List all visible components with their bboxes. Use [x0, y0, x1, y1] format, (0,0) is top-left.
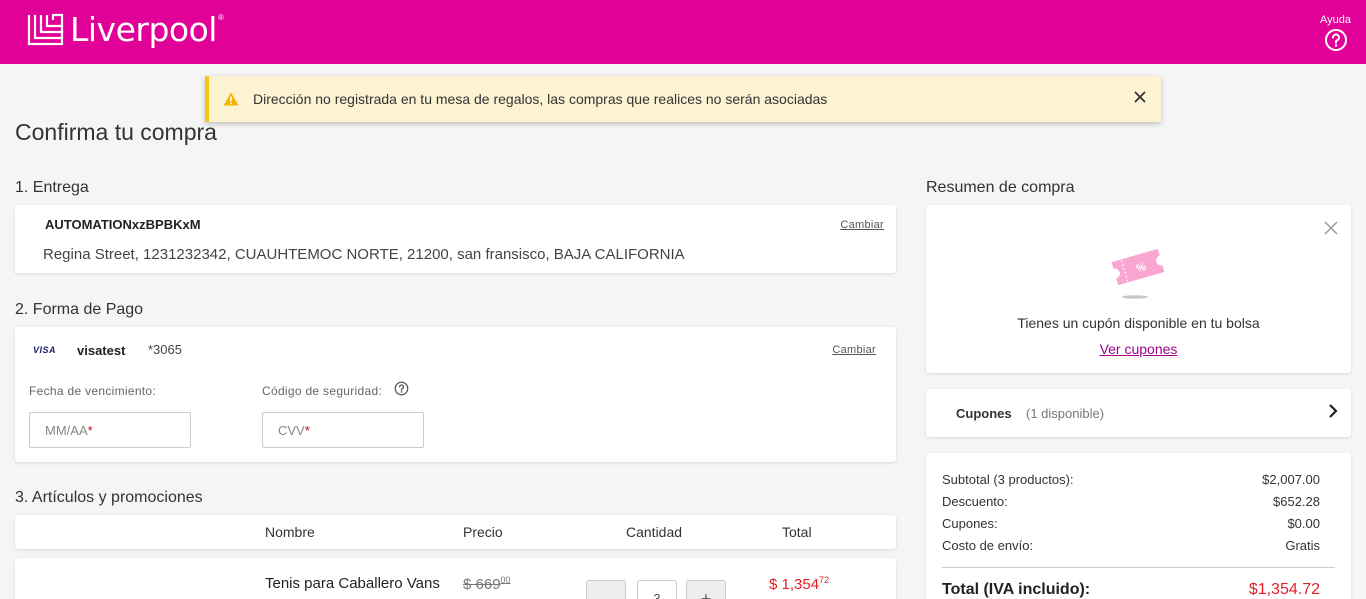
close-icon[interactable]: [1324, 221, 1338, 235]
summary-row-discount: Descuento: $652.28: [942, 494, 1320, 509]
summary-label: Cupones:: [942, 516, 998, 531]
cvv-label: Código de seguridad:: [262, 384, 383, 398]
decrement-button[interactable]: –: [586, 580, 626, 599]
original-price-amount: $ 669: [463, 576, 501, 593]
summary-label: Descuento:: [942, 494, 1008, 509]
column-header-price: Precio: [463, 524, 503, 540]
coupon-ticket-icon: %: [1111, 248, 1165, 299]
required-mark: *: [87, 423, 93, 438]
summary-label: Costo de envío:: [942, 538, 1034, 553]
liverpool-logo-mark: [27, 13, 64, 46]
articles-header: Nombre Precio Cantidad Total: [15, 515, 896, 549]
chevron-right-icon: [1329, 404, 1338, 418]
summary-divider: [942, 567, 1335, 568]
delivery-card: AUTOMATIONxzBPBKxM Cambiar Regina Street…: [15, 205, 896, 273]
item-total-cents: 72: [819, 575, 830, 585]
card-number: *3065: [148, 342, 182, 357]
expiry-label: Fecha de vencimiento:: [29, 384, 157, 398]
summary-value: Gratis: [1285, 538, 1320, 553]
view-coupons-link[interactable]: Ver cupones: [926, 341, 1351, 357]
coupon-message: Tienes un cupón disponible en tu bolsa: [1017, 315, 1260, 331]
summary-row-shipping: Costo de envío: Gratis: [942, 538, 1320, 553]
item-total-amount: $ 1,354: [769, 576, 820, 593]
liverpool-logo[interactable]: Liverpool ®: [27, 13, 224, 46]
warning-triangle-icon: [223, 92, 239, 106]
registry-alert: Dirección no registrada en tu mesa de re…: [205, 76, 1161, 122]
coupons-row[interactable]: Cupones (1 disponible): [926, 389, 1351, 437]
summary-value: $652.28: [1273, 494, 1320, 509]
table-row: Tenis para Caballero Vans $ 66900 – 3 + …: [15, 558, 896, 599]
visa-logo: VISA: [33, 345, 57, 355]
original-price: $ 66900: [463, 575, 511, 593]
cvv-placeholder: CVV: [278, 423, 305, 438]
brand-name: Liverpool: [70, 10, 217, 49]
original-price-cents: 00: [500, 575, 511, 585]
alert-message: Dirección no registrada en tu mesa de re…: [253, 91, 828, 107]
required-mark: *: [304, 423, 310, 438]
close-icon[interactable]: [1133, 90, 1147, 104]
summary-section-title: Resumen de compra: [926, 179, 1075, 196]
summary-row-subtotal: Subtotal (3 productos): $2,007.00: [942, 472, 1320, 487]
coupon-notice-card: % Tienes un cupón disponible en tu bolsa…: [926, 205, 1351, 373]
total-value: $1,354.72: [1248, 581, 1320, 598]
change-payment-link[interactable]: Cambiar: [832, 344, 876, 356]
help-label: Ayuda: [1320, 14, 1351, 26]
help-button[interactable]: Ayuda: [1320, 14, 1351, 52]
product-name[interactable]: Tenis para Caballero Vans: [265, 575, 440, 592]
column-header-name: Nombre: [265, 524, 315, 540]
change-address-link[interactable]: Cambiar: [840, 219, 884, 231]
top-header: Liverpool ® Ayuda: [0, 0, 1366, 64]
articles-section-title: 3. Artículos y promociones: [15, 489, 203, 506]
payment-section-title: 2. Forma de Pago: [15, 301, 144, 318]
payment-card: VISA visatest *3065 Cambiar Fecha de ven…: [15, 327, 896, 462]
column-header-quantity: Cantidad: [626, 524, 683, 540]
order-summary-card: Subtotal (3 productos): $2,007.00 Descue…: [926, 453, 1351, 599]
card-name: visatest: [77, 343, 126, 358]
quantity-field[interactable]: 3: [637, 580, 677, 599]
expiry-input[interactable]: MM/AA*: [29, 412, 191, 448]
delivery-section-title: 1. Entrega: [15, 179, 89, 196]
page-title: Confirma tu compra: [15, 119, 217, 145]
question-circle-icon: [1324, 29, 1347, 51]
summary-row-coupons: Cupones: $0.00: [942, 516, 1320, 531]
coupons-count: (1 disponible): [1026, 406, 1105, 421]
increment-button[interactable]: +: [686, 580, 726, 599]
expiry-placeholder: MM/AA: [45, 423, 88, 438]
cvv-input[interactable]: CVV*: [262, 412, 424, 448]
total-label: Total (IVA incluido):: [942, 581, 1091, 598]
question-circle-icon[interactable]: [394, 381, 409, 396]
summary-value: $2,007.00: [1262, 472, 1320, 487]
summary-label: Subtotal (3 productos):: [942, 472, 1074, 487]
delivery-address: Regina Street, 1231232342, CUAUHTEMOC NO…: [43, 246, 685, 263]
item-total: $ 1,35472: [769, 575, 829, 593]
recipient-name: AUTOMATIONxzBPBKxM: [45, 217, 201, 232]
summary-value: $0.00: [1287, 516, 1320, 531]
registered-mark: ®: [217, 13, 224, 22]
summary-total: Total (IVA incluido): $1,354.72: [942, 581, 1320, 599]
column-header-total: Total: [782, 524, 812, 540]
coupons-label: Cupones: [956, 406, 1012, 421]
